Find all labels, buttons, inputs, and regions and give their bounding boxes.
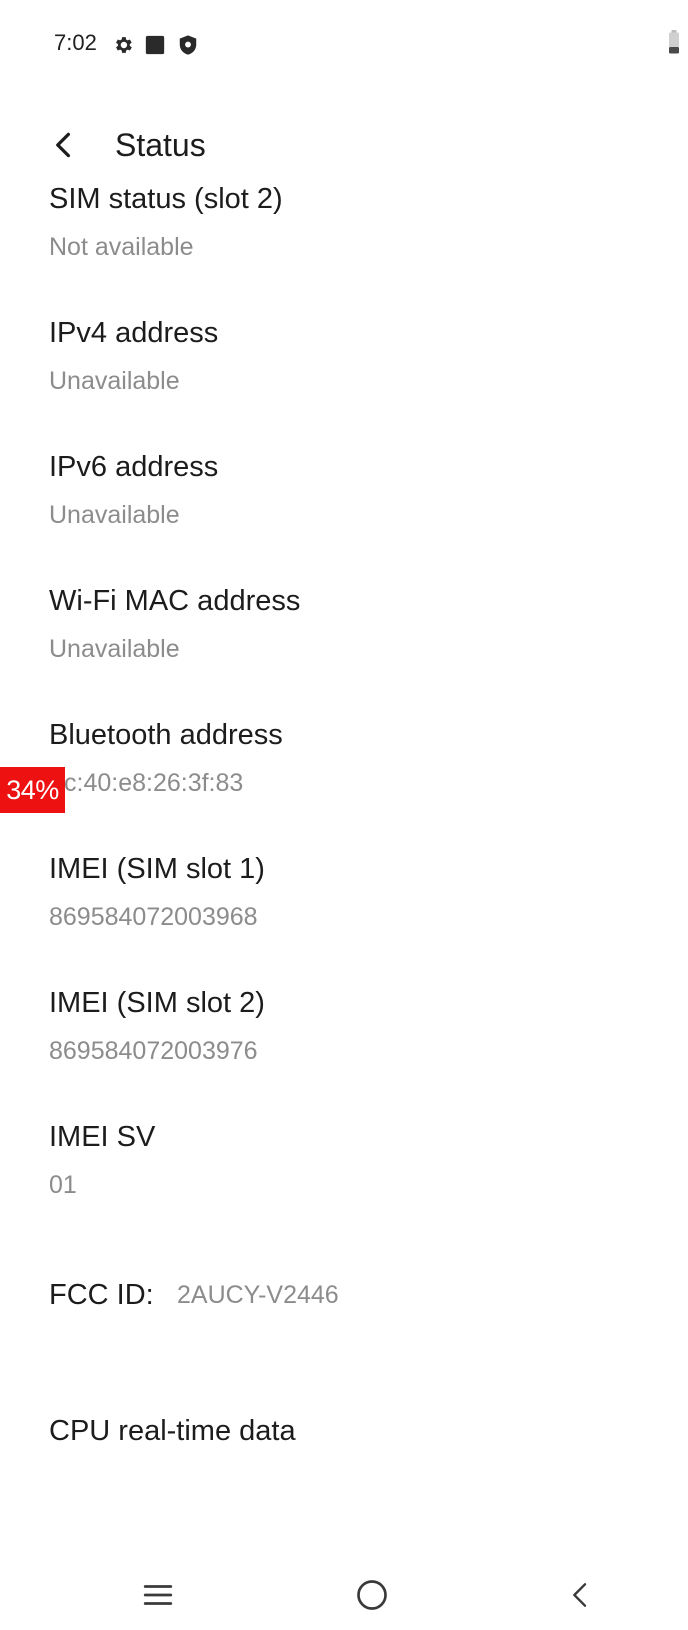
item-title: IMEI SV bbox=[49, 1121, 156, 1153]
shield-icon bbox=[179, 35, 197, 55]
fcc-value: 2AUCY-V2446 bbox=[177, 1281, 339, 1309]
item-title: IPv4 address bbox=[49, 317, 219, 349]
list-item-wifi-mac[interactable]: Wi-Fi MAC address Unavailable bbox=[0, 583, 688, 679]
item-value: Unavailable bbox=[49, 367, 180, 395]
fcc-label: FCC ID: bbox=[49, 1279, 154, 1311]
item-title: Wi-Fi MAC address bbox=[49, 585, 301, 617]
item-value: Not available bbox=[49, 233, 194, 261]
home-button[interactable] bbox=[337, 1560, 407, 1630]
home-circle-icon bbox=[357, 1580, 387, 1610]
status-bar: 7:02 bbox=[0, 0, 688, 90]
item-title: CPU real-time data bbox=[49, 1415, 296, 1447]
toolbar: Status bbox=[0, 105, 688, 185]
list-item-imei-1[interactable]: IMEI (SIM slot 1) 869584072003968 bbox=[0, 851, 688, 947]
item-value: 869584072003976 bbox=[49, 1037, 258, 1065]
list-item-ipv6[interactable]: IPv6 address Unavailable bbox=[0, 449, 688, 545]
list-item-sim-status[interactable]: SIM status (slot 2) Not available bbox=[0, 185, 688, 277]
list-item-bluetooth[interactable]: Bluetooth address c:40:e8:26:3f:83 bbox=[0, 717, 688, 813]
page-title: Status bbox=[115, 127, 206, 163]
item-title: IMEI (SIM slot 1) bbox=[49, 853, 265, 885]
menu-icon bbox=[143, 1585, 173, 1605]
square-icon bbox=[145, 35, 165, 55]
list-item-ipv4[interactable]: IPv4 address Unavailable bbox=[0, 315, 688, 411]
item-title: IPv6 address bbox=[49, 451, 219, 483]
status-time: 7:02 bbox=[54, 30, 97, 55]
item-title: Bluetooth address bbox=[49, 719, 283, 751]
gear-icon bbox=[116, 37, 132, 53]
item-value: c:40:e8:26:3f:83 bbox=[64, 769, 244, 797]
status-list: SIM status (slot 2) Not available IPv4 a… bbox=[0, 185, 688, 1530]
item-value: Unavailable bbox=[49, 635, 180, 663]
list-item-cpu-data[interactable]: CPU real-time data bbox=[0, 1413, 688, 1473]
list-item-imei-2[interactable]: IMEI (SIM slot 2) 869584072003976 bbox=[0, 985, 688, 1081]
back-button[interactable] bbox=[40, 121, 88, 169]
list-item-imei-sv[interactable]: IMEI SV 01 bbox=[0, 1119, 688, 1215]
item-value: 869584072003968 bbox=[49, 903, 258, 931]
item-title: IMEI (SIM slot 2) bbox=[49, 987, 265, 1019]
navigation-bar bbox=[0, 1560, 688, 1630]
recents-button[interactable] bbox=[123, 1560, 193, 1630]
chevron-left-icon bbox=[56, 132, 70, 158]
item-value: 01 bbox=[49, 1171, 77, 1199]
list-item-fcc-id: FCC ID: 2AUCY-V2446 bbox=[0, 1277, 688, 1337]
nav-back-button[interactable] bbox=[546, 1560, 616, 1630]
item-title: SIM status (slot 2) bbox=[49, 185, 283, 215]
back-chevron-icon bbox=[573, 1583, 587, 1607]
battery-icon bbox=[669, 30, 679, 54]
item-value: Unavailable bbox=[49, 501, 180, 529]
overlay-percent-badge: 34% bbox=[0, 767, 65, 813]
